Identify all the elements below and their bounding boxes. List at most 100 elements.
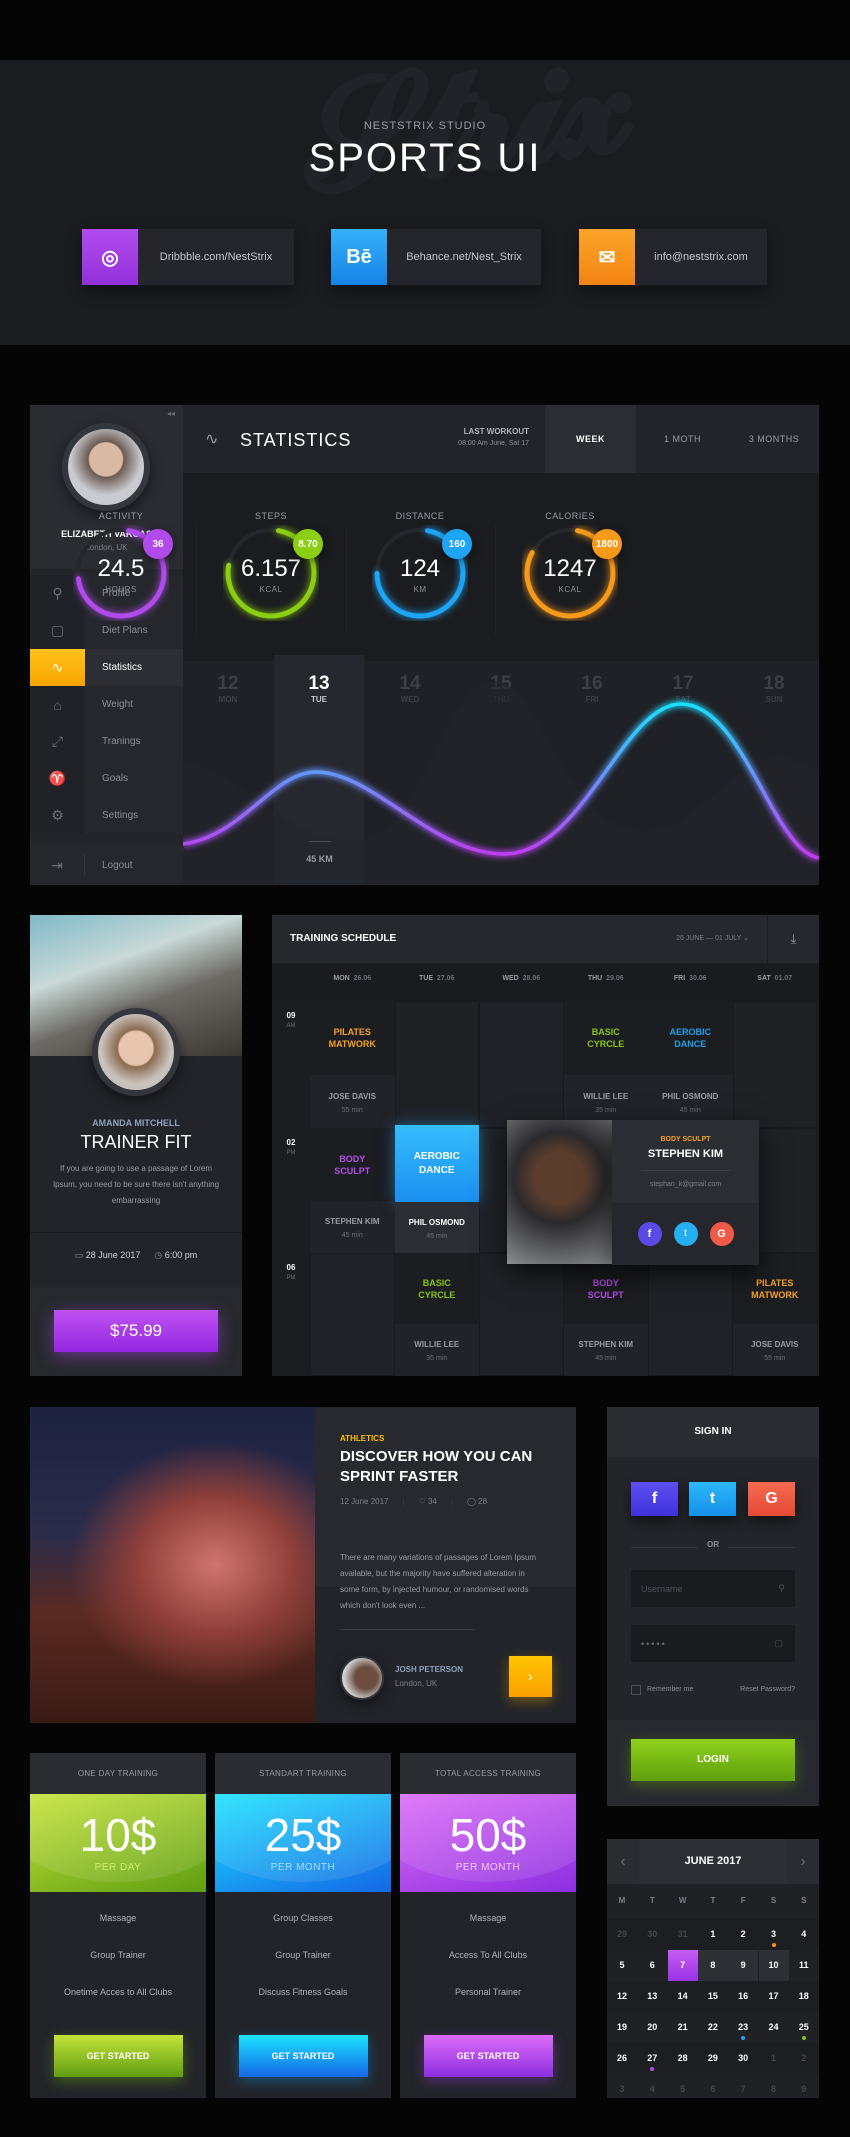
- calendar-day[interactable]: 22: [698, 2012, 728, 2043]
- article-title[interactable]: DISCOVER HOW YOU CAN SPRINT FASTER: [340, 1447, 550, 1487]
- calendar-day[interactable]: 8: [759, 2074, 789, 2105]
- calendar-day[interactable]: 10: [758, 1950, 789, 1981]
- class-slot[interactable]: BASIC CYRCLE: [394, 1253, 479, 1324]
- class-trainer[interactable]: STEPHEN KIM 45 min: [310, 1201, 395, 1253]
- calendar-day[interactable]: 30: [637, 1919, 667, 1950]
- twitter-icon[interactable]: t: [673, 1222, 698, 1246]
- ring-unit: KM: [413, 585, 427, 594]
- calendar-day[interactable]: 8: [697, 1950, 728, 1981]
- get-started-button[interactable]: GET STARTED: [423, 2035, 553, 2077]
- class-trainer[interactable]: JOSE DAVIS 55 min: [732, 1324, 817, 1376]
- login-button[interactable]: LOGIN: [631, 1739, 795, 1781]
- calendar-day[interactable]: 9: [789, 2074, 819, 2105]
- calendar-day[interactable]: 29: [698, 2043, 728, 2074]
- facebook-icon[interactable]: f: [637, 1222, 662, 1246]
- tab-1-month[interactable]: 1 MOTH: [636, 405, 729, 473]
- twitter-login-button[interactable]: t: [689, 1482, 736, 1516]
- calendar-day[interactable]: 14: [668, 1981, 698, 2012]
- sidebar-item-tranings[interactable]: ⤢ Tranings: [30, 723, 183, 760]
- calendar-day[interactable]: 3: [759, 1919, 789, 1950]
- remember-checkbox[interactable]: [631, 1685, 641, 1695]
- calendar-day[interactable]: 21: [668, 2012, 698, 2043]
- sign-in-title: SIGN IN: [607, 1407, 819, 1457]
- heart-icon[interactable]: ♡: [419, 1497, 426, 1506]
- logout-button[interactable]: ⇥ Logout: [30, 845, 183, 885]
- calendar-day[interactable]: 29: [607, 1919, 637, 1950]
- calendar-day[interactable]: 17: [759, 1981, 789, 2012]
- calendar-day[interactable]: 23: [728, 2012, 758, 2043]
- calendar-day[interactable]: 4: [637, 2074, 667, 2105]
- calendar-day[interactable]: 27: [637, 2043, 667, 2074]
- calendar-day[interactable]: 6: [637, 1950, 667, 1981]
- class-slot[interactable]: BODY SCULPT: [310, 1128, 395, 1201]
- calendar-day[interactable]: 4: [789, 1919, 819, 1950]
- plan-period: PER MONTH: [455, 1862, 521, 1873]
- calendar-day[interactable]: 24: [759, 2012, 789, 2043]
- dribbble-link[interactable]: ◎ Dribbble.com/NestStrix: [82, 229, 294, 285]
- calendar-day[interactable]: 7: [728, 2074, 758, 2105]
- book-price-button[interactable]: $75.99: [54, 1310, 218, 1352]
- event-dot: [771, 1943, 776, 1947]
- class-slot[interactable]: AEROBIC DANCE: [394, 1125, 479, 1202]
- calendar-day[interactable]: 1: [759, 2043, 789, 2074]
- get-started-button[interactable]: GET STARTED: [53, 2035, 183, 2077]
- google-icon[interactable]: G: [709, 1222, 734, 1246]
- date-range-dropdown[interactable]: 26 JUNE — 01 JULY ⌄: [676, 934, 749, 942]
- calendar-day[interactable]: 12: [607, 1981, 637, 2012]
- tab-3-months[interactable]: 3 MONTHS: [729, 405, 819, 473]
- popup-email[interactable]: stephan_k@gmail.com: [612, 1181, 759, 1188]
- google-login-button[interactable]: G: [748, 1482, 795, 1516]
- behance-link[interactable]: Bē Behance.net/Nest_Strix: [331, 229, 541, 285]
- mail-icon: ✉: [579, 229, 635, 285]
- read-more-button[interactable]: ›: [509, 1656, 552, 1697]
- weekday-label: M: [618, 1896, 626, 1905]
- download-icon[interactable]: ⤓: [767, 915, 819, 963]
- sidebar-item-weight[interactable]: ⌂ Weight: [30, 686, 183, 723]
- calendar-day[interactable]: 26: [607, 2043, 637, 2074]
- calendar-day[interactable]: 1: [698, 1919, 728, 1950]
- calendar-day[interactable]: 31: [668, 1919, 698, 1950]
- username-input[interactable]: Username ⚲: [631, 1570, 795, 1607]
- calendar-day[interactable]: 25: [789, 2012, 819, 2043]
- prev-month-button[interactable]: ‹: [607, 1839, 639, 1884]
- calendar-day[interactable]: 18: [789, 1981, 819, 2012]
- class-slot[interactable]: BASIC CYRCLE: [563, 1001, 648, 1075]
- calendar-day[interactable]: 15: [698, 1981, 728, 2012]
- calendar-day[interactable]: 2: [728, 1919, 758, 1950]
- sidebar-item-settings[interactable]: ⚙ Settings: [30, 797, 183, 834]
- class-trainer[interactable]: PHIL OSMOND 45 min: [394, 1202, 479, 1254]
- collapse-icon[interactable]: ◂◂: [167, 409, 175, 418]
- plan-feature: Massage: [99, 1913, 137, 1923]
- calendar-day[interactable]: 30: [728, 2043, 758, 2074]
- password-input[interactable]: ••••• ▢: [631, 1625, 795, 1662]
- calendar-day[interactable]: 6: [698, 2074, 728, 2105]
- next-month-button[interactable]: ›: [787, 1839, 819, 1884]
- facebook-login-button[interactable]: f: [631, 1482, 678, 1516]
- calendar-day[interactable]: 11: [789, 1950, 819, 1981]
- get-started-button[interactable]: GET STARTED: [238, 2035, 368, 2077]
- calendar-day[interactable]: 5: [668, 2074, 698, 2105]
- calendar-day[interactable]: 19: [607, 2012, 637, 2043]
- class-trainer[interactable]: JOSE DAVIS 55 min: [310, 1075, 395, 1128]
- calendar-day[interactable]: 5: [607, 1950, 637, 1981]
- calendar-day[interactable]: 16: [728, 1981, 758, 2012]
- time-slot: 09 AM: [286, 1011, 296, 1029]
- calendar-day[interactable]: 9: [728, 1950, 759, 1981]
- class-trainer[interactable]: STEPHEN KIM 45 min: [563, 1324, 648, 1376]
- class-trainer[interactable]: WILLIE LEE 35 min: [394, 1324, 479, 1376]
- sidebar-item-goals[interactable]: ♈ Goals: [30, 760, 183, 797]
- reset-password-link[interactable]: Reset Password?: [740, 1686, 795, 1693]
- class-slot[interactable]: PILATES MATWORK: [310, 1001, 395, 1075]
- tab-week[interactable]: WEEK: [545, 405, 636, 473]
- calendar-day[interactable]: 7: [667, 1950, 698, 1981]
- calendar-day[interactable]: 2: [789, 2043, 819, 2074]
- calendar-day[interactable]: 3: [607, 2074, 637, 2105]
- chevron-down-icon: ⌄: [743, 935, 749, 942]
- calendar-day[interactable]: 28: [668, 2043, 698, 2074]
- comment-icon[interactable]: ◯: [467, 1497, 476, 1506]
- calendar-day[interactable]: 13: [637, 1981, 667, 2012]
- class-slot[interactable]: AEROBIC DANCE: [648, 1001, 733, 1075]
- plan-price: 50$: [449, 1809, 527, 1861]
- email-link[interactable]: ✉ info@neststrix.com: [579, 229, 767, 285]
- calendar-day[interactable]: 20: [637, 2012, 667, 2043]
